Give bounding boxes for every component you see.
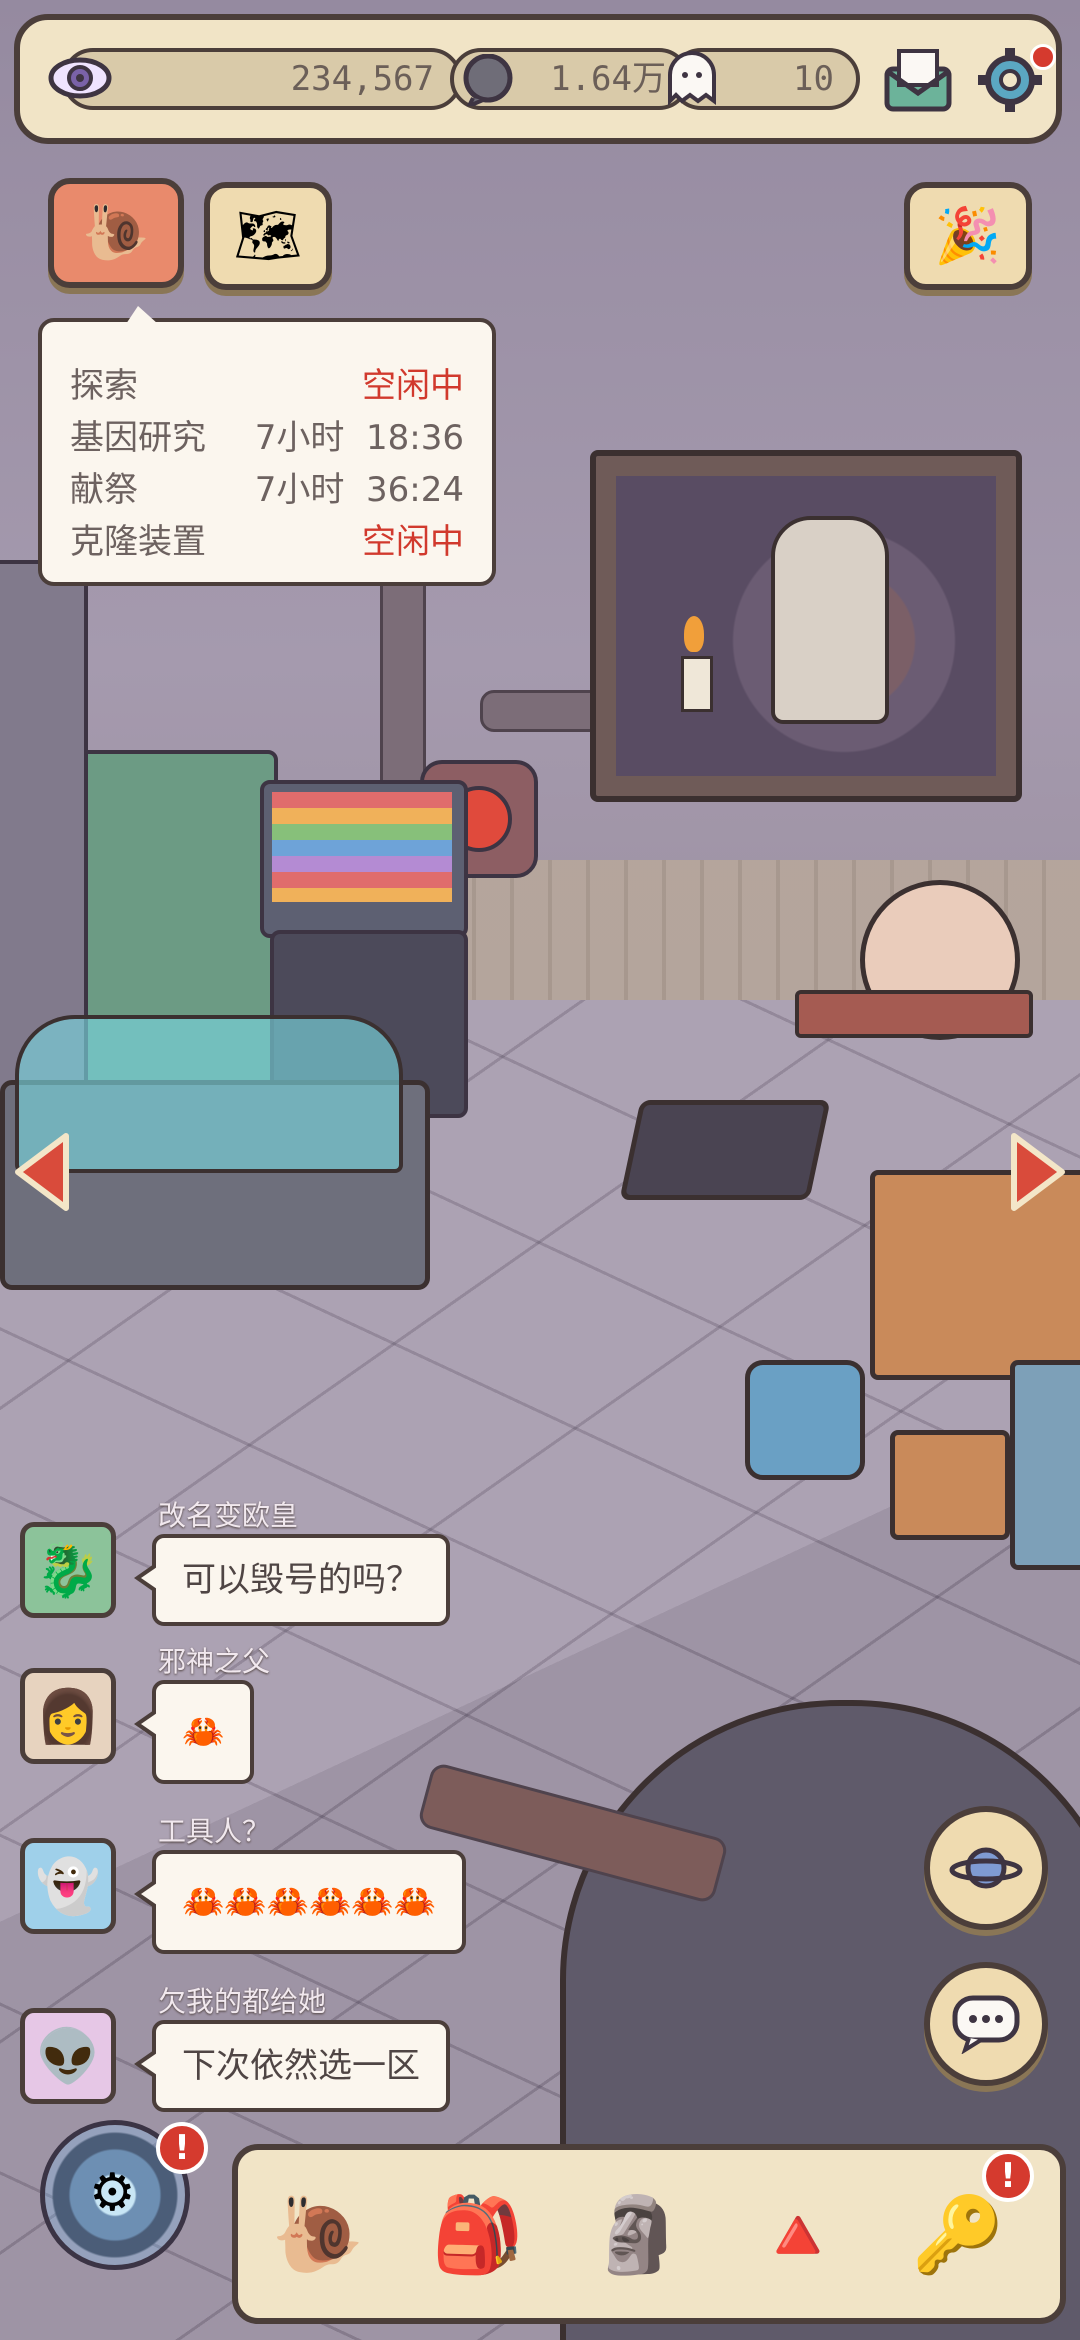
nav-backpack[interactable]: 🎒 <box>414 2176 542 2294</box>
resource-bar: 234,567 1.64万 10 <box>14 14 1062 144</box>
mail-icon <box>884 49 952 112</box>
status-label: 基因研究 <box>70 418 206 458</box>
nav-snail[interactable]: 🐌 <box>254 2176 382 2294</box>
key-alert-badge: ! <box>982 2150 1034 2202</box>
chat-username: 改名变欧皇 <box>158 1499 299 1532</box>
chat-bubble: 🦀🦀🦀🦀🦀🦀 <box>133 1850 467 1954</box>
dragon-avatar[interactable]: 🐉 <box>20 1522 116 1618</box>
small-box <box>890 1430 1010 1540</box>
little-robot[interactable] <box>745 1360 865 1480</box>
status-label: 献祭 <box>70 470 138 510</box>
status-label: 克隆装置 <box>70 522 206 562</box>
backpack-icon: 🎒 <box>431 2191 525 2278</box>
pyramid-icon: 🔺 <box>751 2191 845 2278</box>
portal-alert-badge: ! <box>156 2122 208 2174</box>
scroll-right-arrow[interactable] <box>1006 1130 1070 1214</box>
chat-bubble: 下次依然选一区 <box>134 2020 450 2112</box>
computer-terminal[interactable] <box>260 780 468 938</box>
king-statue <box>771 516 889 724</box>
chat-username: 邪神之父 <box>158 1645 271 1678</box>
candle-flame <box>684 616 704 652</box>
party-popper-icon: 🎉 <box>934 204 1002 267</box>
planet-icon <box>949 1847 1023 1889</box>
portal-icon: ⚙ <box>89 2163 136 2223</box>
status-row: 克隆装置 空闲中 <box>70 514 464 564</box>
candle <box>681 656 713 712</box>
status-value: 7小时 36:24 <box>254 470 464 510</box>
coin-value: 1.64万 <box>550 59 666 99</box>
bottom-nav: 🐌 🎒 🗿 🔺 🔑 <box>232 2144 1066 2324</box>
chat-bubble: 可以毁号的吗？ <box>134 1534 450 1626</box>
settings-notification-dot <box>1030 44 1056 70</box>
eye-value: 234,567 <box>290 59 434 99</box>
settings-button[interactable] <box>970 40 1056 120</box>
status-row: 探索 空闲中 <box>70 358 464 408</box>
nav-pyramid[interactable]: 🔺 <box>734 2176 862 2294</box>
nav-statue[interactable]: 🗿 <box>574 2176 702 2294</box>
eye-icon <box>44 48 116 108</box>
map-button[interactable]: 🗺 <box>204 182 332 290</box>
chat-button[interactable] <box>924 1962 1048 2086</box>
party-button[interactable]: 🎉 <box>904 182 1032 290</box>
status-row: 献祭 7小时 36:24 <box>70 462 464 512</box>
scroll-left-arrow[interactable] <box>10 1130 74 1214</box>
statue-icon: 🗿 <box>591 2191 685 2278</box>
status-label: 探索 <box>70 366 138 406</box>
ghost-avatar[interactable]: 👻 <box>20 1838 116 1934</box>
snail-status-button[interactable]: 🐌 <box>48 178 184 288</box>
snail-icon: 🐌 <box>271 2191 365 2278</box>
status-value: 空闲中 <box>362 522 464 562</box>
key-icon: 🔑 <box>911 2191 1005 2278</box>
brain-coin-icon <box>452 50 524 110</box>
status-popup: 探索 空闲中 基因研究 7小时 18:36 献祭 7小时 36:24 克隆装置 … <box>38 306 496 586</box>
status-row: 基因研究 7小时 18:36 <box>70 410 464 460</box>
mail-button[interactable] <box>878 40 958 120</box>
snail-icon: 🐌 <box>82 201 150 264</box>
chat-username: 欠我的都给她 <box>158 1985 327 2018</box>
alien-avatar[interactable]: 👽 <box>20 2008 116 2104</box>
blue-crate <box>1010 1360 1080 1570</box>
eye-resource[interactable]: 234,567 <box>62 48 462 110</box>
chat-username: 工具人？ <box>158 1815 271 1848</box>
planet-button[interactable] <box>924 1806 1048 1930</box>
woman-avatar[interactable]: 👩 <box>20 1668 116 1764</box>
status-value: 空闲中 <box>362 366 464 406</box>
sacrifice-shrine[interactable] <box>590 450 1022 802</box>
status-value: 7小时 18:36 <box>254 418 464 458</box>
chat-icon <box>952 1995 1020 2054</box>
small-table <box>795 990 1033 1038</box>
ghost-value: 10 <box>793 59 834 99</box>
chat-bubble: 🦀 <box>133 1680 255 1784</box>
map-icon: 🗺 <box>233 204 303 267</box>
ghost-icon <box>656 48 728 108</box>
floor-grate <box>619 1100 831 1200</box>
